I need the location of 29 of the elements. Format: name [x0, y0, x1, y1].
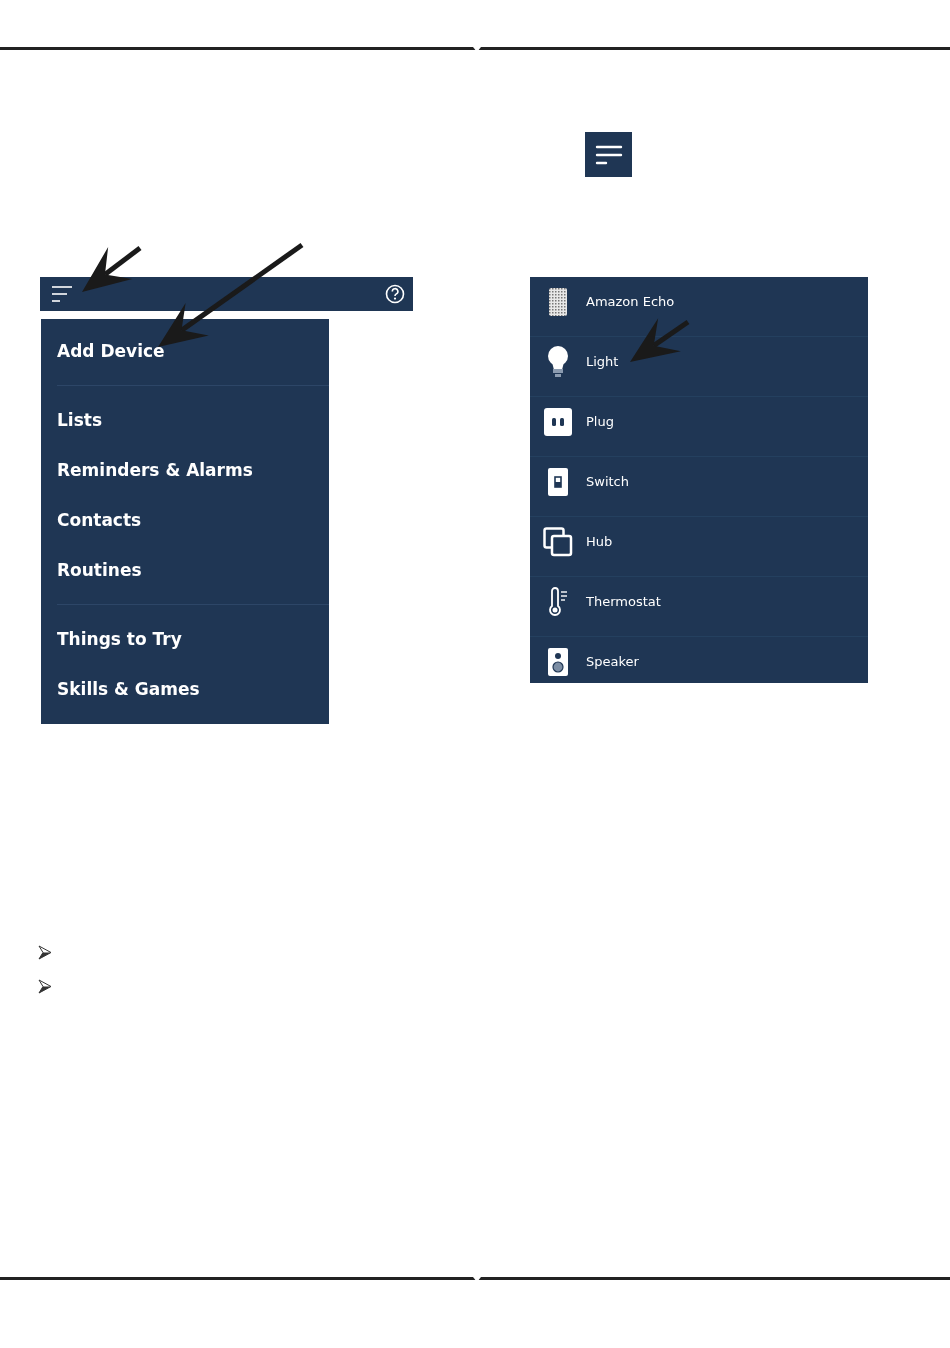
wall-switch-icon	[548, 467, 568, 496]
device-type-item[interactable]: Switch	[586, 474, 629, 489]
callout-arrow	[630, 318, 690, 362]
menu-icon	[594, 143, 623, 166]
menu-icon[interactable]	[52, 285, 72, 303]
stacked-squares-icon	[543, 526, 573, 557]
arrow-bullet-icon	[38, 979, 52, 994]
light-bulb-icon	[547, 345, 569, 378]
help-icon[interactable]	[385, 284, 405, 304]
menu-button[interactable]	[585, 132, 632, 177]
menu-item[interactable]: Add Device	[57, 341, 165, 361]
device-type-item[interactable]: Thermostat	[586, 594, 661, 609]
speaker-icon	[548, 647, 568, 676]
menu-item[interactable]: Lists	[57, 410, 103, 430]
menu-item[interactable]: Skills & Games	[57, 679, 200, 699]
device-type-item[interactable]: Hub	[586, 534, 613, 549]
menu-item[interactable]: Things to Try	[57, 629, 182, 649]
device-type-item[interactable]: Light	[586, 354, 619, 369]
menu-item[interactable]: Routines	[57, 560, 142, 580]
device-type-item[interactable]: Plug	[586, 414, 614, 429]
arrow-bullet-icon	[38, 945, 52, 960]
menu-item[interactable]: Contacts	[57, 510, 142, 530]
thermometer-icon	[547, 586, 569, 617]
callout-arrow	[82, 246, 142, 292]
device-type-item[interactable]: Amazon Echo	[586, 294, 675, 309]
device-type-item[interactable]: Speaker	[586, 654, 639, 669]
menu-item[interactable]: Reminders & Alarms	[57, 460, 253, 480]
speaker-cylinder-icon	[549, 287, 567, 316]
outlet-icon	[544, 407, 572, 436]
